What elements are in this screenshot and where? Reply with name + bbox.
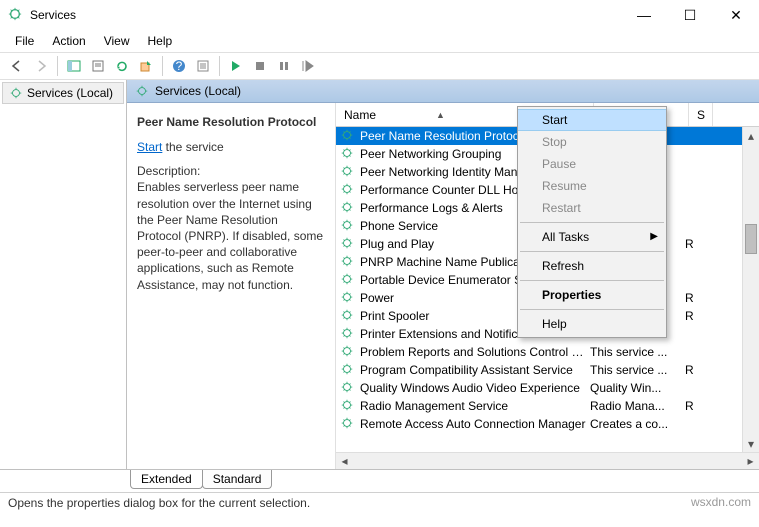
panel-header: Services (Local)	[127, 80, 759, 103]
ctx-properties[interactable]: Properties	[518, 284, 666, 306]
scroll-right-icon[interactable]: ▸	[742, 453, 759, 469]
column-status[interactable]: S	[689, 103, 713, 126]
scroll-down-icon[interactable]: ▾	[743, 435, 759, 452]
row-name: Problem Reports and Solutions Control Pa…	[356, 345, 590, 359]
panel-title: Services (Local)	[155, 84, 241, 98]
svg-text:?: ?	[176, 59, 183, 73]
row-name: Program Compatibility Assistant Service	[356, 363, 590, 377]
service-icon	[340, 146, 356, 162]
service-icon	[340, 254, 356, 270]
ctx-refresh[interactable]: Refresh	[518, 255, 666, 277]
export-list-icon[interactable]	[87, 55, 109, 77]
detail-service-name: Peer Name Resolution Protocol	[137, 115, 325, 129]
row-description: Quality Win...	[590, 381, 685, 395]
row-status: R	[685, 363, 703, 377]
ctx-help[interactable]: Help	[518, 313, 666, 335]
maximize-button[interactable]: ☐	[667, 0, 713, 30]
service-icon	[340, 290, 356, 306]
stop-service-icon[interactable]	[249, 55, 271, 77]
row-description: This service ...	[590, 345, 685, 359]
menu-help[interactable]: Help	[139, 31, 182, 51]
service-icon	[340, 128, 356, 144]
table-row[interactable]: Problem Reports and Solutions Control Pa…	[336, 343, 742, 361]
row-status: R	[685, 309, 703, 323]
start-link[interactable]: Start	[137, 140, 162, 154]
ctx-pause: Pause	[518, 153, 666, 175]
row-status: R	[685, 291, 703, 305]
table-row[interactable]: Radio Management ServiceRadio Mana...R	[336, 397, 742, 415]
properties-icon[interactable]	[192, 55, 214, 77]
forward-button[interactable]	[30, 55, 52, 77]
sort-arrow-icon: ▲	[436, 110, 445, 120]
detail-pane: Peer Name Resolution Protocol Start the …	[127, 103, 335, 469]
service-icon	[340, 182, 356, 198]
row-name: Remote Access Auto Connection Manager	[356, 417, 590, 431]
row-status: R	[685, 237, 703, 251]
menu-view[interactable]: View	[95, 31, 139, 51]
export-icon[interactable]	[135, 55, 157, 77]
service-icon	[340, 308, 356, 324]
tree-pane: Services (Local)	[0, 80, 127, 469]
chevron-right-icon: ▶	[650, 231, 658, 242]
app-icon	[8, 7, 24, 23]
service-icon	[340, 362, 356, 378]
ctx-stop: Stop	[518, 131, 666, 153]
service-icon	[340, 416, 356, 432]
row-description: Creates a co...	[590, 417, 685, 431]
restart-service-icon[interactable]	[297, 55, 319, 77]
row-name: Quality Windows Audio Video Experience	[356, 381, 590, 395]
row-description: Radio Mana...	[590, 399, 685, 413]
service-icon	[340, 398, 356, 414]
context-menu: Start Stop Pause Resume Restart All Task…	[517, 106, 667, 338]
service-icon	[340, 380, 356, 396]
row-name: Radio Management Service	[356, 399, 590, 413]
window-title: Services	[30, 8, 621, 22]
table-row[interactable]: Remote Access Auto Connection ManagerCre…	[336, 415, 742, 433]
description-label: Description:	[137, 163, 325, 179]
view-tabs: Extended Standard	[0, 470, 759, 492]
back-button[interactable]	[6, 55, 28, 77]
service-icon	[340, 164, 356, 180]
ctx-restart: Restart	[518, 197, 666, 219]
start-suffix: the service	[162, 140, 223, 154]
vertical-scrollbar[interactable]: ▴ ▾	[742, 127, 759, 452]
refresh-icon[interactable]	[111, 55, 133, 77]
main-pane: Services (Local) Peer Name Resolution Pr…	[127, 80, 759, 469]
scroll-left-icon[interactable]: ◂	[336, 453, 353, 469]
tree-services-local[interactable]: Services (Local)	[2, 82, 124, 104]
service-icon	[340, 326, 356, 342]
scroll-thumb[interactable]	[745, 224, 757, 254]
menu-bar: File Action View Help	[0, 30, 759, 52]
table-row[interactable]: Quality Windows Audio Video ExperienceQu…	[336, 379, 742, 397]
row-description: This service ...	[590, 363, 685, 377]
help-icon[interactable]: ?	[168, 55, 190, 77]
ctx-all-tasks[interactable]: All Tasks▶	[518, 226, 666, 248]
horizontal-scrollbar[interactable]: ◂ ▸	[336, 452, 759, 469]
minimize-button[interactable]: —	[621, 0, 667, 30]
ctx-resume: Resume	[518, 175, 666, 197]
title-bar: Services — ☐ ✕	[0, 0, 759, 30]
service-icon	[340, 344, 356, 360]
toolbar: ?	[0, 52, 759, 80]
service-icon	[340, 218, 356, 234]
menu-action[interactable]: Action	[43, 31, 94, 51]
start-service-icon[interactable]	[225, 55, 247, 77]
close-button[interactable]: ✕	[713, 0, 759, 30]
menu-file[interactable]: File	[6, 31, 43, 51]
service-icon	[340, 200, 356, 216]
tab-extended[interactable]: Extended	[130, 470, 203, 489]
show-hide-tree-icon[interactable]	[63, 55, 85, 77]
tab-standard[interactable]: Standard	[202, 470, 273, 489]
pause-service-icon[interactable]	[273, 55, 295, 77]
service-icon	[340, 236, 356, 252]
watermark: wsxdn.com	[691, 495, 751, 509]
service-icon	[340, 272, 356, 288]
status-bar: Opens the properties dialog box for the …	[0, 492, 759, 516]
row-status: R	[685, 399, 703, 413]
table-row[interactable]: Program Compatibility Assistant ServiceT…	[336, 361, 742, 379]
description-body: Enables serverless peer name resolution …	[137, 179, 325, 292]
scroll-up-icon[interactable]: ▴	[743, 127, 759, 144]
ctx-start[interactable]: Start	[518, 109, 666, 131]
tree-item-label: Services (Local)	[27, 86, 113, 100]
